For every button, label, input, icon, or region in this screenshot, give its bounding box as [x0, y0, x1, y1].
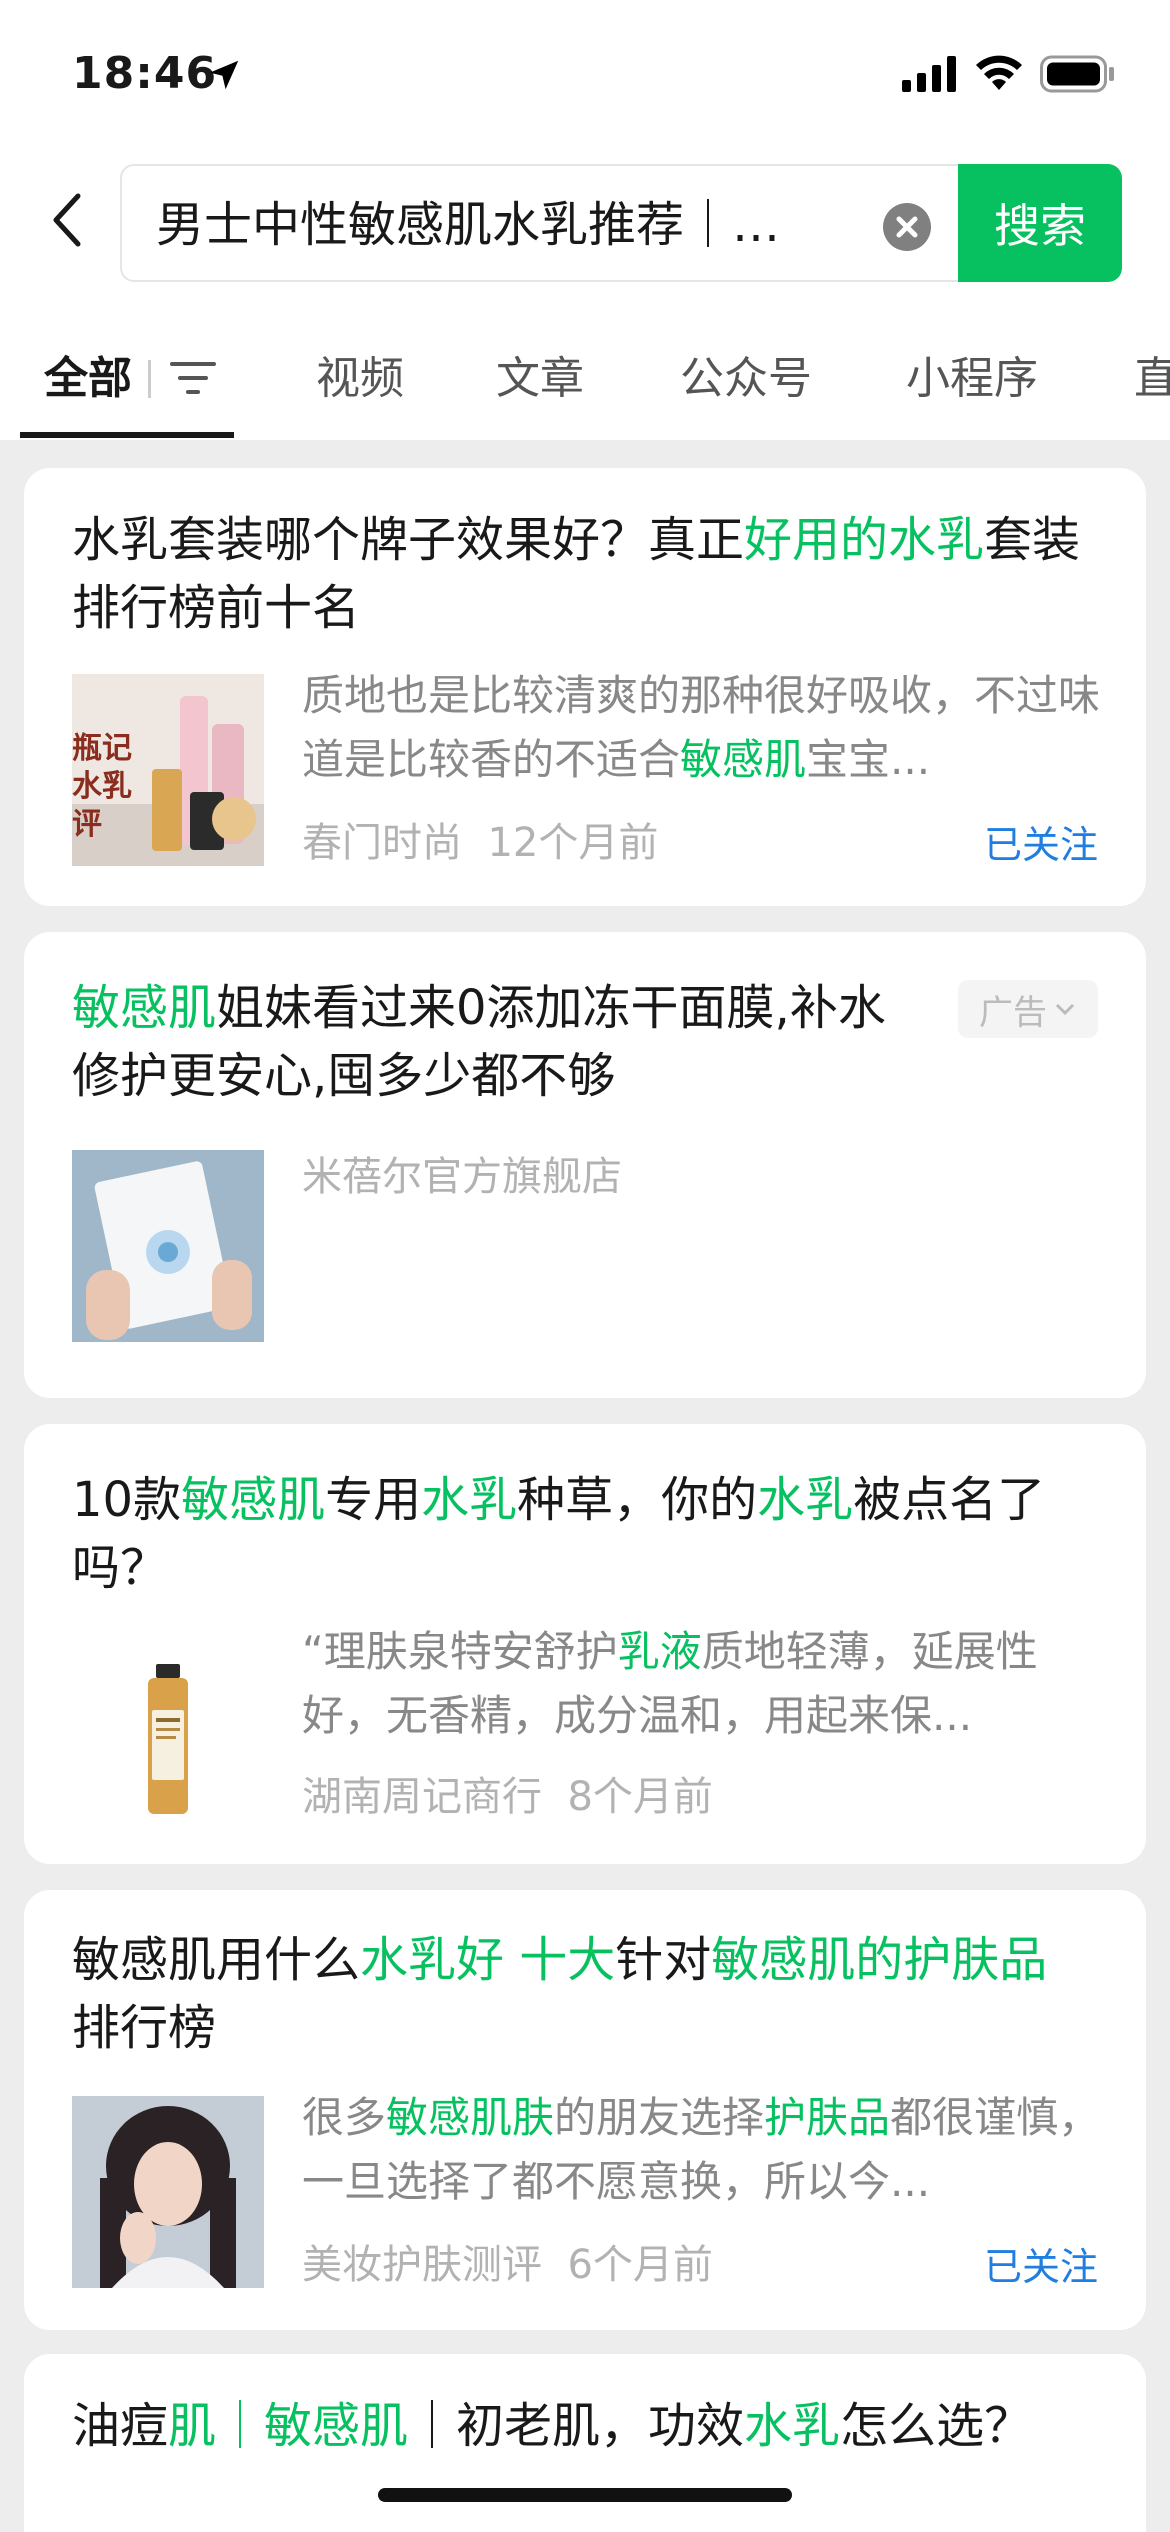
result-thumbnail	[72, 1634, 264, 1826]
wifi-icon	[976, 55, 1022, 90]
battery-icon	[1040, 55, 1114, 93]
result-source[interactable]: 湖南周记商行	[302, 1774, 542, 1820]
result-meta: 美妆护肤测评 6个月前	[302, 2232, 713, 2290]
result-source[interactable]: 春门时尚	[302, 820, 462, 866]
followed-label: 已关注	[983, 2245, 1098, 2289]
result-snippet: 很多敏感肌肤的朋友选择护肤品都很谨慎，一旦选择了都不愿意换，所以今...	[302, 2093, 1101, 2206]
tab-video[interactable]: 视频	[316, 342, 404, 406]
face-mask-product-image	[72, 1150, 264, 1342]
result-thumbnail: 瓶记 水乳 评	[72, 674, 264, 866]
ad-result-card[interactable]: 敏感肌姐妹看过来0添加冻干面膜,补水修护更安心,囤多少都不够 广告 米蓓尔官方旗…	[24, 932, 1146, 1398]
search-button[interactable]: 搜索	[958, 164, 1122, 282]
result-card[interactable]: 油痘肌｜敏感肌｜初老肌，功效水乳怎么选？	[24, 2354, 1146, 2532]
back-arrow-icon[interactable]	[44, 188, 92, 252]
tab-all[interactable]: 全部	[44, 342, 132, 406]
followed-label: 已关注	[983, 823, 1098, 867]
result-card[interactable]: 敏感肌用什么水乳好 十大针对敏感肌的护肤品排行榜 很多敏感肌肤的朋友选择护肤品都…	[24, 1890, 1146, 2330]
chevron-down-icon	[1055, 1003, 1075, 1016]
result-card[interactable]: 水乳套装哪个牌子效果好？真正好用的水乳套装排行榜前十名 瓶记 水乳 评 质地也是…	[24, 468, 1146, 906]
ad-label: 广告	[979, 992, 1047, 1033]
result-title[interactable]: 敏感肌用什么水乳好 十大针对敏感肌的护肤品排行榜	[72, 1926, 1092, 2062]
clear-icon[interactable]	[882, 202, 932, 252]
result-meta: 春门时尚 12个月前	[302, 810, 658, 868]
result-card[interactable]: 10款敏感肌专用水乳种草，你的水乳被点名了吗？ “理肤泉特安舒护乳液质地轻薄，延…	[24, 1424, 1146, 1864]
ad-thumbnail	[72, 1150, 264, 1342]
status-time: 18:46	[72, 48, 218, 99]
result-title[interactable]: 10款敏感肌专用水乳种草，你的水乳被点名了吗？	[72, 1466, 1092, 1602]
result-title[interactable]: 油痘肌｜敏感肌｜初老肌，功效水乳怎么选？	[72, 2392, 1092, 2460]
category-tabs: 全部 视频 文章 公众号 小程序 直	[0, 300, 1170, 440]
tab-live[interactable]: 直	[1134, 342, 1170, 406]
ad-badge[interactable]: 广告	[958, 980, 1098, 1038]
result-time: 12个月前	[487, 820, 659, 866]
result-source[interactable]: 美妆护肤测评	[302, 2242, 542, 2288]
ad-advertiser[interactable]: 米蓓尔官方旗舰店	[302, 1144, 622, 1202]
home-indicator[interactable]	[378, 2488, 792, 2502]
portrait-photo-image	[72, 2096, 264, 2288]
result-snippet: “理肤泉特安舒护乳液质地轻薄，延展性好，无香精，成分温和，用起来保...	[302, 1627, 1038, 1740]
tab-articles[interactable]: 文章	[496, 342, 584, 406]
ad-title[interactable]: 敏感肌姐妹看过来0添加冻干面膜,补水修护更安心,囤多少都不够	[72, 974, 912, 1110]
result-time: 6个月前	[567, 2242, 713, 2288]
result-title[interactable]: 水乳套装哪个牌子效果好？真正好用的水乳套装排行榜前十名	[72, 506, 1092, 642]
tab-divider	[148, 360, 151, 398]
filter-icon[interactable]	[168, 356, 218, 400]
search-bar: 男士中性敏感肌水乳推荐｜… 搜索	[0, 148, 1170, 300]
tab-mini-programs[interactable]: 小程序	[906, 342, 1038, 406]
tab-official-accounts[interactable]: 公众号	[680, 342, 812, 406]
search-input[interactable]: 男士中性敏感肌水乳推荐｜…	[120, 164, 960, 282]
result-thumbnail	[72, 2096, 264, 2288]
toner-bottle-image	[72, 1634, 264, 1826]
result-snippet: 质地也是比较清爽的那种很好吸收，不过味道是比较香的不适合敏感肌宝宝...	[302, 671, 1101, 784]
search-results-page: 18:46 男士中性敏感肌水乳推荐｜… 搜索 全部 视频 文章 公众号 小程序 …	[0, 0, 1170, 2532]
result-meta: 湖南周记商行 8个月前	[302, 1764, 713, 1822]
status-bar: 18:46	[0, 0, 1170, 148]
cellular-signal-icon	[902, 56, 956, 92]
location-arrow-icon	[209, 60, 239, 90]
active-tab-indicator	[20, 432, 234, 438]
search-query-text[interactable]: 男士中性敏感肌水乳推荐｜…	[156, 196, 836, 254]
result-time: 8个月前	[567, 1774, 713, 1820]
thumbnail-caption: 瓶记 水乳 评	[72, 731, 132, 842]
